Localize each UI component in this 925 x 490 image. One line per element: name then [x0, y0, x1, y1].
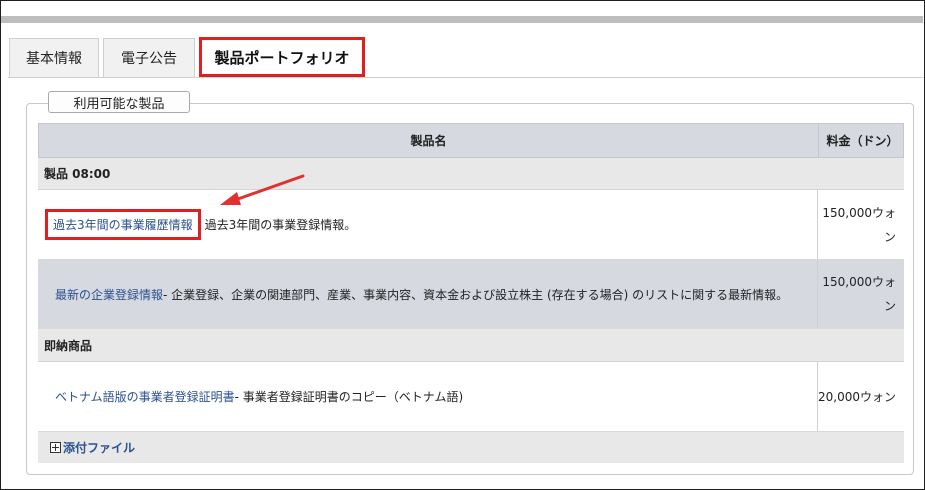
expand-plus-icon[interactable] — [50, 442, 61, 453]
table-row: ベトナム語版の事業者登録証明書 - 事業者登録証明書のコピー（ベトナム語) 20… — [38, 362, 904, 432]
product-description-cell: ベトナム語版の事業者登録証明書 - 事業者登録証明書のコピー（ベトナム語) — [38, 362, 817, 431]
top-bar — [1, 16, 923, 23]
group-header: 即納商品 — [38, 329, 904, 362]
tab-product-portfolio[interactable]: 製品ポートフォリオ — [199, 37, 365, 77]
tabs-divider — [8, 77, 923, 78]
table-row: 過去3年間の事業履歴情報 過去3年間の事業登録情報。 150,000ウォン — [38, 190, 904, 260]
panel-legend: 利用可能な製品 — [48, 91, 190, 113]
product-link[interactable]: 過去3年間の事業履歴情報 — [53, 218, 193, 232]
tab-e-announcement[interactable]: 電子公告 — [103, 38, 195, 77]
annotation-arrow-icon — [220, 174, 305, 205]
product-description-cell: 過去3年間の事業履歴情報 過去3年間の事業登録情報。 — [38, 190, 817, 259]
highlight-box: 過去3年間の事業履歴情報 — [45, 209, 201, 240]
product-link[interactable]: 最新の企業登録情報 — [55, 286, 163, 303]
product-price: 150,000ウォン — [817, 260, 904, 328]
product-link[interactable]: ベトナム語版の事業者登録証明書 — [55, 388, 235, 405]
attachment-toggle[interactable]: 添付ファイル — [38, 432, 904, 463]
group-header: 製品 08:00 — [38, 158, 904, 190]
product-price: 150,000ウォン — [817, 190, 904, 259]
product-price: 20,000ウォン — [817, 362, 904, 431]
product-description: 過去3年間の事業登録情報。 — [204, 218, 357, 232]
column-header-name: 製品名 — [410, 134, 447, 148]
product-description: - 企業登録、企業の関連部門、産業、事業内容、資本金および設立株主 (存在する場… — [163, 287, 789, 302]
table-header: 製品名 料金（ドン） — [38, 123, 904, 158]
tab-basic-info[interactable]: 基本情報 — [9, 38, 99, 77]
column-header-price: 料金（ドン） — [818, 124, 906, 157]
product-description-cell: 最新の企業登録情報 - 企業登録、企業の関連部門、産業、事業内容、資本金および設… — [38, 260, 817, 328]
table-row: 最新の企業登録情報 - 企業登録、企業の関連部門、産業、事業内容、資本金および設… — [38, 260, 904, 329]
attachment-label[interactable]: 添付ファイル — [63, 439, 135, 456]
product-description: - 事業者登録証明書のコピー（ベトナム語) — [234, 390, 464, 404]
